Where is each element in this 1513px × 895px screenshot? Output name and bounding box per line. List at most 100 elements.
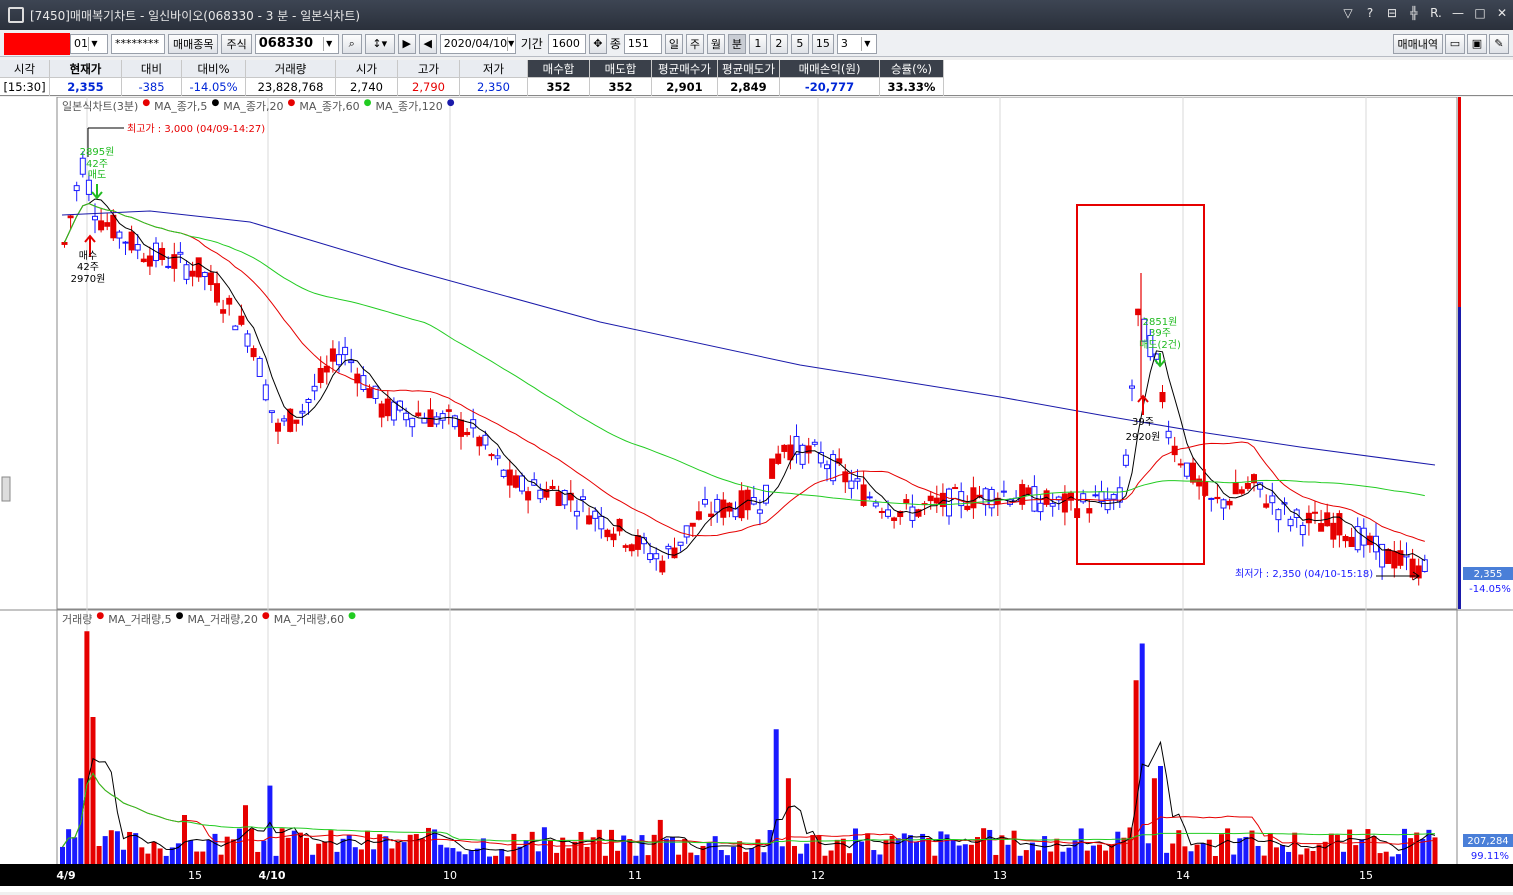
volume-bar xyxy=(1072,840,1078,864)
volume-bar xyxy=(554,852,560,864)
maximize-button[interactable]: □ xyxy=(1473,6,1487,20)
count-input[interactable]: 151 xyxy=(623,33,662,54)
date-input[interactable]: 2020/04/10 ▼ xyxy=(439,33,516,54)
account-selector[interactable]: 01 ▼ xyxy=(4,32,108,55)
volume-bar xyxy=(365,830,370,864)
volume-bar xyxy=(602,855,608,864)
folder-icon[interactable]: ▭ xyxy=(1445,33,1465,54)
volume-bar xyxy=(1341,851,1346,864)
candle-body xyxy=(647,553,654,561)
candle-body xyxy=(537,489,544,500)
volume-bar xyxy=(810,835,816,864)
stock-code-value: 068330 xyxy=(258,36,314,51)
volume-bar xyxy=(1127,827,1133,864)
candle-body xyxy=(390,401,397,421)
candle-body xyxy=(85,179,92,195)
search-icon[interactable]: ⌕ xyxy=(341,33,362,54)
tf-week[interactable]: 주 xyxy=(685,33,704,54)
chevron-down-icon[interactable]: ▼ xyxy=(322,36,335,51)
layout-icon[interactable]: ⊟ xyxy=(1385,6,1399,20)
volume-bar xyxy=(785,778,791,864)
x-axis-strip xyxy=(0,864,1513,886)
tf-15[interactable]: 15 xyxy=(811,33,834,54)
candle-body xyxy=(98,220,105,231)
volume-bar xyxy=(60,846,65,864)
volume-bar xyxy=(804,843,810,864)
wrench-icon[interactable]: ✎ xyxy=(1489,33,1509,54)
candle-body xyxy=(1391,550,1398,569)
volume-bar xyxy=(273,855,279,864)
tf-1[interactable]: 1 xyxy=(748,33,767,54)
sort-icon[interactable]: ↕▾ xyxy=(364,33,395,54)
candle-body xyxy=(952,487,959,490)
link-icon[interactable]: ╬ xyxy=(1407,6,1421,20)
password-field[interactable]: ******** xyxy=(111,33,165,54)
candle-body xyxy=(500,469,507,477)
chart-area[interactable]: 4/9 15 4/10 10 11 12 13 14 15 최고가 : 3,000 (04/09-… xyxy=(0,96,1513,892)
tf-month[interactable]: 월 xyxy=(706,33,725,54)
period-input[interactable]: 1600 xyxy=(547,33,586,54)
quote-header-11: 평균매도가 xyxy=(718,60,780,78)
volume-bar xyxy=(975,837,980,864)
quote-header-9: 매도합 xyxy=(590,60,652,78)
chevron-down-icon[interactable]: ▼ xyxy=(507,36,514,51)
stock-code-input[interactable]: 068330 ▼ xyxy=(254,33,339,54)
market-type-button[interactable]: 주식 xyxy=(221,33,252,54)
quote-table: 시각 현재가 대비 대비% 거래량 시가 고가 저가 매수합 매도합 평균매수가 평균매도가 매매손익(… xyxy=(0,60,1513,96)
candle-body xyxy=(281,418,288,422)
save-icon[interactable]: ▣ xyxy=(1467,33,1487,54)
refresh-icon[interactable]: R. xyxy=(1429,6,1443,20)
candle-body xyxy=(415,412,422,417)
price-volume-chart[interactable]: 4/9 15 4/10 10 11 12 13 14 15 최고가 : 3,000 (04/09-… xyxy=(0,96,1513,892)
sell1-price: 2895원 xyxy=(80,146,115,158)
minimize-button[interactable]: — xyxy=(1451,6,1465,20)
play-icon[interactable]: ▶ xyxy=(397,33,416,54)
volume-bar xyxy=(438,844,444,864)
volume-bar xyxy=(1170,843,1176,864)
volume-bar xyxy=(72,837,78,864)
volume-bar xyxy=(1194,844,1200,864)
help-icon[interactable]: ? xyxy=(1363,6,1377,20)
volume-bar xyxy=(633,855,639,864)
tf-2[interactable]: 2 xyxy=(769,33,788,54)
pin-icon[interactable]: ▽ xyxy=(1341,6,1355,20)
crosshair-icon[interactable]: ✥ xyxy=(588,33,607,54)
volume-bar xyxy=(157,848,163,864)
chevron-down-icon[interactable]: ▼ xyxy=(860,36,873,51)
volume-bar xyxy=(200,851,206,864)
volume-bar xyxy=(218,854,224,864)
tf-5[interactable]: 5 xyxy=(790,33,809,54)
volume-bar xyxy=(511,833,517,864)
volume-bar xyxy=(584,846,590,864)
ma20-label: MA_종가,20 xyxy=(223,100,284,113)
tf-custom-select[interactable]: 3 ▼ xyxy=(836,33,877,54)
candle-body xyxy=(1122,454,1129,466)
trade-items-button[interactable]: 매매종목 xyxy=(168,33,219,54)
history-button[interactable]: 매매내역 xyxy=(1392,33,1443,54)
candle-body xyxy=(207,272,214,286)
x-axis-label: 14 xyxy=(1176,869,1190,882)
sell-arrow-icon xyxy=(91,184,103,200)
chevron-down-icon[interactable]: ▼ xyxy=(88,36,100,51)
candle-body xyxy=(384,398,391,417)
volume-bar xyxy=(846,853,852,864)
tf-day[interactable]: 일 xyxy=(664,33,683,54)
candle-body xyxy=(946,488,952,517)
tf-minute[interactable]: 분 xyxy=(727,33,746,54)
volume-bar xyxy=(505,856,511,864)
volume-bar xyxy=(182,815,187,864)
candle-body xyxy=(226,297,233,305)
volume-bar xyxy=(724,855,730,864)
candle-body xyxy=(201,272,208,278)
volume-bar xyxy=(358,849,364,864)
quote-header-5: 시가 xyxy=(336,60,398,78)
volume-bar xyxy=(596,829,602,864)
close-button[interactable]: ✕ xyxy=(1495,6,1509,20)
candle-body xyxy=(628,544,635,552)
candle-body xyxy=(1177,463,1184,466)
volume-bar xyxy=(487,856,492,864)
candle-body xyxy=(702,499,708,505)
candle-body xyxy=(183,264,190,280)
prev-icon[interactable]: ◀ xyxy=(418,33,437,54)
volume-bar xyxy=(96,846,102,864)
